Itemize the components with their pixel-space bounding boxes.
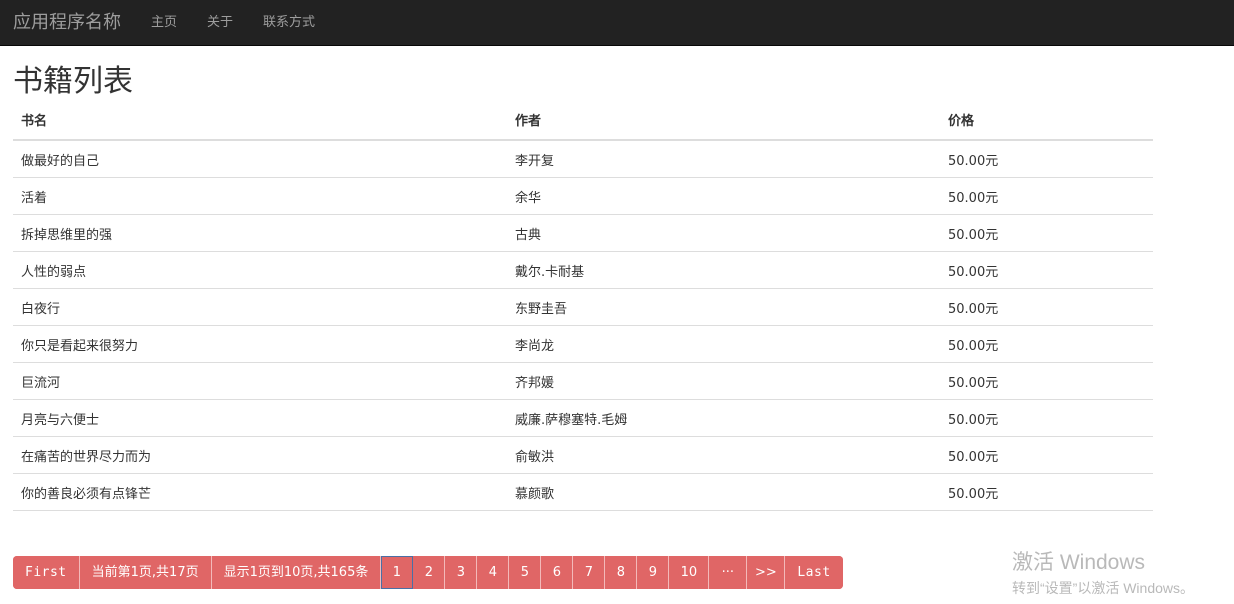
book-price-cell: 50.00元 [940,325,1153,363]
page-8-button[interactable]: 8 [605,556,638,589]
book-author-cell: 余华 [507,177,940,215]
book-title-cell: 做最好的自己 [13,140,507,178]
book-author-cell: 慕颜歌 [507,473,940,511]
book-price-cell: 50.00元 [940,140,1153,178]
main-content: 书籍列表 书名 作者 价格 做最好的自己 李开复 50.00元 活着 余华 50.00元… [0,64,1234,511]
book-title-cell: 活着 [13,177,507,215]
next-pages-button[interactable]: >> [747,556,786,589]
book-price-cell: 50.00元 [940,399,1153,437]
table-row: 在痛苦的世界尽力而为 俞敏洪 50.00元 [13,436,1153,474]
page-1-button[interactable]: 1 [381,556,414,589]
page-3-button[interactable]: 3 [445,556,478,589]
book-author-cell: 李尚龙 [507,325,940,363]
book-author-cell: 俞敏洪 [507,436,940,474]
book-author-cell: 东野圭吾 [507,288,940,326]
current-page-info: 当前第1页,共17页 [79,556,212,589]
page-2-button[interactable]: 2 [413,556,446,589]
book-title-cell: 巨流河 [13,362,507,400]
book-author-cell: 古典 [507,214,940,252]
book-title-cell: 你的善良必须有点锋芒 [13,473,507,511]
table-header-row: 书名 作者 价格 [13,110,1153,141]
book-price-cell: 50.00元 [940,436,1153,474]
pagination: First 当前第1页,共17页 显示1页到10页,共165条 1 2 3 4 … [13,556,843,589]
navbar: 应用程序名称 主页 关于 联系方式 [0,0,1234,46]
book-price-cell: 50.00元 [940,288,1153,326]
table-row: 活着 余华 50.00元 [13,177,1153,215]
book-title-cell: 人性的弱点 [13,251,507,289]
table-row: 你只是看起来很努力 李尚龙 50.00元 [13,325,1153,363]
book-price-cell: 50.00元 [940,177,1153,215]
page-9-button[interactable]: 9 [637,556,670,589]
last-page-button[interactable]: Last [785,556,843,589]
nav-home-link[interactable]: 主页 [136,0,192,46]
book-author-cell: 齐邦媛 [507,362,940,400]
book-title-cell: 白夜行 [13,288,507,326]
page-4-button[interactable]: 4 [477,556,510,589]
column-header-author: 作者 [507,110,940,141]
page-title: 书籍列表 [13,64,133,99]
page-10-button[interactable]: 10 [669,556,710,589]
table-row: 你的善良必须有点锋芒 慕颜歌 50.00元 [13,473,1153,511]
book-price-cell: 50.00元 [940,473,1153,511]
book-author-cell: 李开复 [507,140,940,178]
first-page-button[interactable]: First [13,556,80,589]
book-price-cell: 50.00元 [940,251,1153,289]
book-title-cell: 月亮与六便士 [13,399,507,437]
page-range-info: 显示1页到10页,共165条 [211,556,382,589]
column-header-price: 价格 [940,110,1153,141]
brand-link[interactable]: 应用程序名称 [0,0,136,46]
table-row: 做最好的自己 李开复 50.00元 [13,140,1153,178]
book-price-cell: 50.00元 [940,362,1153,400]
table-row: 拆掉思维里的强 古典 50.00元 [13,214,1153,252]
book-title-cell: 拆掉思维里的强 [13,214,507,252]
nav-contact-link[interactable]: 联系方式 [248,0,330,46]
table-row: 月亮与六便士 威廉.萨穆塞特.毛姆 50.00元 [13,399,1153,437]
table-row: 白夜行 东野圭吾 50.00元 [13,288,1153,326]
more-pages-ellipsis[interactable]: ··· [709,556,748,589]
page-6-button[interactable]: 6 [541,556,574,589]
windows-activation-watermark: 激活 Windows 转到“设置”以激活 Windows。 [1012,550,1194,598]
column-header-title: 书名 [13,110,507,141]
book-title-cell: 在痛苦的世界尽力而为 [13,436,507,474]
books-table: 书名 作者 价格 做最好的自己 李开复 50.00元 活着 余华 50.00元 拆掉思维… [13,110,1153,511]
page-7-button[interactable]: 7 [573,556,606,589]
table-row: 人性的弱点 戴尔.卡耐基 50.00元 [13,251,1153,289]
nav-about-link[interactable]: 关于 [192,0,248,46]
watermark-title: 激活 Windows [1012,551,1146,574]
table-row: 巨流河 齐邦媛 50.00元 [13,362,1153,400]
book-author-cell: 威廉.萨穆塞特.毛姆 [507,399,940,437]
book-author-cell: 戴尔.卡耐基 [507,251,940,289]
page-5-button[interactable]: 5 [509,556,542,589]
book-price-cell: 50.00元 [940,214,1153,252]
watermark-subtitle: 转到“设置”以激活 Windows。 [1012,580,1195,596]
book-title-cell: 你只是看起来很努力 [13,325,507,363]
